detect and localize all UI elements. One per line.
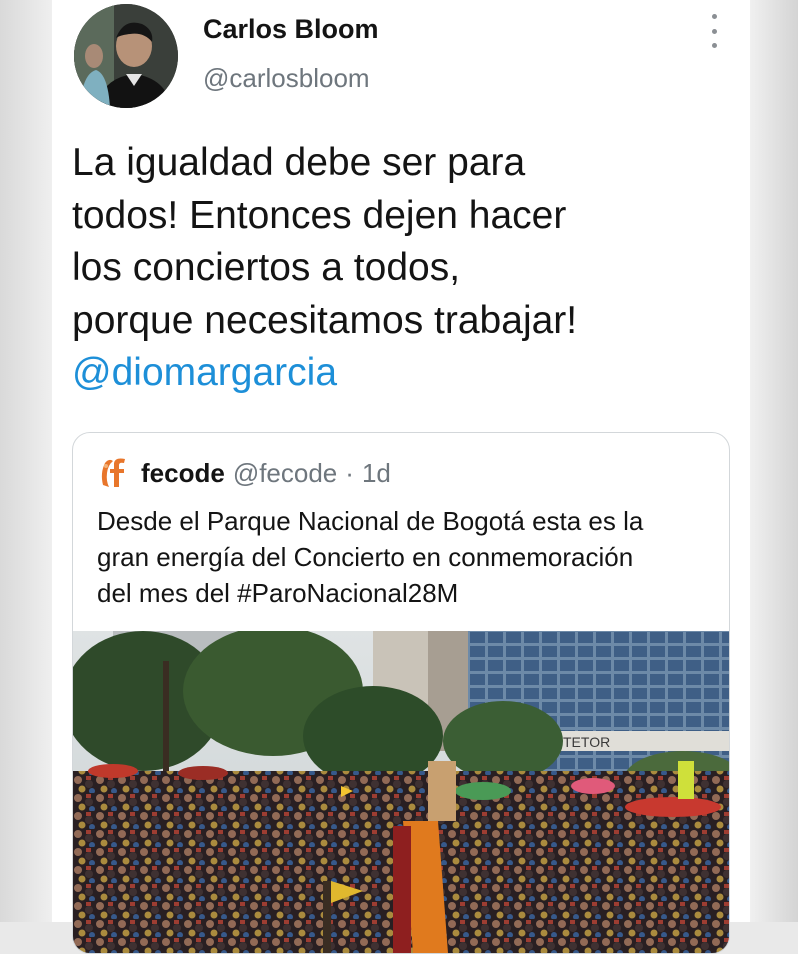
fecode-logo-icon xyxy=(101,458,125,487)
quoted-timestamp[interactable]: 1d xyxy=(362,458,391,489)
tweet-card: Carlos Bloom @carlosbloom La igualdad de… xyxy=(52,0,750,954)
tweet-text-line: los conciertos a todos, xyxy=(72,246,461,289)
profile-photo-icon xyxy=(74,4,178,108)
more-vertical-icon[interactable] xyxy=(702,14,726,48)
tweet-text: La igualdad debe ser para todos! Entonce… xyxy=(72,137,712,400)
quoted-author-handle[interactable]: @fecode xyxy=(233,458,337,489)
media-image[interactable]: TETOR xyxy=(73,631,729,953)
avatar[interactable] xyxy=(74,4,178,108)
quoted-tweet[interactable]: fecode @fecode · 1d Desde el Parque Naci… xyxy=(72,432,730,954)
separator-dot: · xyxy=(345,457,354,488)
quoted-tweet-header: fecode @fecode · 1d xyxy=(97,453,391,493)
author-name[interactable]: Carlos Bloom xyxy=(203,14,379,45)
tweet-text-line: porque necesitamos trabajar! xyxy=(72,298,578,342)
background-left xyxy=(0,0,52,922)
tweet-text-line: La igualdad debe ser para xyxy=(72,141,526,184)
background-right xyxy=(750,0,798,922)
mention-link[interactable]: @diomargarcia xyxy=(72,347,712,400)
concert-crowd-photo-icon: TETOR xyxy=(73,631,729,953)
author-handle[interactable]: @carlosbloom xyxy=(203,63,370,94)
quoted-text-line: Desde el Parque Nacional de Bogotá esta … xyxy=(97,506,644,536)
svg-text:TETOR: TETOR xyxy=(563,734,610,750)
quoted-author-name[interactable]: fecode xyxy=(141,458,225,489)
tweet-text-line: todos! Entonces dejen hacer xyxy=(72,193,567,237)
quoted-tweet-text: Desde el Parque Nacional de Bogotá esta … xyxy=(97,503,717,611)
quoted-text-line: gran energía del Concierto en conmemorac… xyxy=(97,542,634,572)
quoted-text-line: del mes del #ParoNacional28M xyxy=(97,578,459,608)
